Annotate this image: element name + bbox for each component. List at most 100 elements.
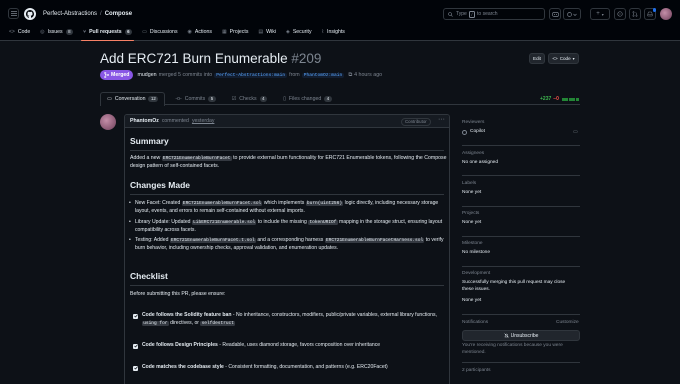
pull-requests-icon[interactable]	[629, 8, 641, 20]
counter-badge: 5	[208, 95, 216, 102]
notifications-text: You're receiving notifications because y…	[462, 343, 563, 355]
repo-tab-label: Issues	[47, 29, 63, 35]
list-item: Testing: Added ERC721EnumerableBurnFacet…	[129, 237, 447, 252]
plus-icon: +	[596, 11, 600, 17]
assignees-value: No one assigned	[462, 160, 499, 165]
search-input[interactable]: Type / to search	[443, 8, 545, 20]
divider	[462, 362, 580, 363]
chevron-down-icon: ▾	[601, 11, 604, 17]
summary-text: Added a new ERC721EnumerableBurnFacet to…	[130, 155, 447, 169]
repo-tab-discussions[interactable]: ▭ Discussions	[142, 27, 177, 37]
repo-link[interactable]: Compose	[105, 11, 132, 17]
counter-badge: 12	[148, 96, 159, 103]
development-label[interactable]: Development	[462, 271, 490, 276]
repo-tab-label: Security	[292, 29, 312, 35]
merger-link[interactable]: mudgen	[137, 72, 156, 78]
checklist-heading: Checklist	[130, 271, 168, 281]
comment-author-avatar[interactable]	[100, 114, 116, 130]
comment-action: commented	[161, 118, 189, 124]
repo-tab-insights[interactable]: ⌇ Insights	[322, 27, 345, 37]
comment-author[interactable]: PhantomOz	[130, 118, 159, 124]
labels-value: None yet	[462, 190, 482, 195]
pr-title-text: Add ERC721 Burn Enumerable	[100, 51, 288, 66]
repo-tab-label: Code	[17, 29, 31, 35]
projects-value: None yet	[462, 220, 482, 225]
repo-tab-label: Insights	[327, 29, 345, 35]
checklist-item: Code matches the codebase style - Consis…	[133, 364, 447, 372]
divider	[130, 194, 444, 195]
tab-commits[interactable]: -o- Commits 5	[169, 92, 221, 105]
counter-badge: 6	[124, 29, 133, 35]
tab-conversation[interactable]: ▭ Conversation 12	[100, 92, 166, 106]
repo-tab-code[interactable]: <> Code	[9, 27, 30, 37]
diffstat: +237 −0	[540, 96, 579, 102]
list-item: New Facet: Created ERC721EnumerableBurnF…	[129, 200, 447, 215]
reviewers-label[interactable]: Reviewers	[462, 120, 484, 125]
shield-icon: ◈	[285, 29, 290, 35]
comment-header: PhantomOz commented yesterday Contributo…	[125, 115, 449, 128]
reviewer-name[interactable]: Copilot	[470, 129, 485, 136]
divider	[130, 150, 444, 151]
repo-tab-label: Actions	[194, 29, 212, 35]
unsubscribe-button[interactable]: Unsubscribe	[462, 330, 580, 341]
milestone-value: No milestone	[462, 250, 490, 255]
edit-button[interactable]: Edit	[529, 53, 545, 64]
commit-icon: -o-	[175, 95, 182, 102]
repo-tab-pull-requests[interactable]: ⑂ Pull requests 6	[81, 27, 135, 41]
checkbox[interactable]	[133, 313, 138, 319]
divider	[462, 266, 580, 267]
deletions-count: −0	[553, 96, 559, 102]
tab-files-changed[interactable]: ▯ Files changed 4	[277, 92, 338, 105]
more-options-icon[interactable]: ···	[438, 116, 445, 123]
labels-label[interactable]: Labels	[462, 181, 476, 186]
menu-icon[interactable]	[8, 8, 19, 19]
github-logo-icon[interactable]	[24, 7, 36, 20]
comment-icon: ▭	[107, 96, 112, 103]
comment-time[interactable]: yesterday	[192, 118, 215, 124]
issues-icon[interactable]	[614, 8, 626, 20]
checkbox[interactable]	[133, 365, 138, 371]
create-new-button[interactable]: + ▾	[590, 8, 610, 20]
copilot-icon	[462, 129, 467, 135]
head-branch[interactable]: PhantomOz:main	[301, 72, 345, 78]
tab-label: Commits	[184, 95, 206, 102]
base-branch[interactable]: Perfect-Abstractions:main	[214, 72, 288, 78]
code-icon: <>	[552, 56, 558, 61]
pr-number: #209	[291, 51, 322, 66]
repo-tab-wiki[interactable]: ▤ Wiki	[258, 27, 276, 37]
projects-label[interactable]: Projects	[462, 211, 479, 216]
milestone-label[interactable]: Milestone	[462, 241, 483, 246]
copy-icon[interactable]: ⧉	[348, 72, 352, 79]
inbox-icon[interactable]	[644, 8, 656, 20]
pr-title: Add ERC721 Burn Enumerable #209	[100, 51, 321, 66]
tab-checks[interactable]: ☑ Checks 4	[226, 92, 273, 105]
customize-link[interactable]: Customize	[556, 320, 579, 325]
user-avatar[interactable]	[660, 8, 672, 20]
development-text: Successfully merging this pull request m…	[462, 280, 566, 292]
copilot-dropdown-icon[interactable]	[563, 8, 581, 20]
assignees-label[interactable]: Assignees	[462, 151, 484, 156]
merged-text: merged 5 commits into	[158, 72, 213, 78]
divider	[462, 236, 580, 237]
repo-tab-security[interactable]: ◈ Security	[286, 27, 312, 37]
code-button[interactable]: <> Code ▾	[548, 53, 579, 64]
repo-tab-projects[interactable]: ▦ Projects	[222, 27, 248, 37]
merge-time: 4 hours ago	[354, 72, 383, 78]
counter-badge: 4	[324, 95, 332, 102]
file-diff-icon: ▯	[283, 95, 286, 102]
comment-box: PhantomOz commented yesterday Contributo…	[124, 114, 450, 384]
checkbox[interactable]	[133, 343, 138, 349]
list-item: Library Update: Updated LibERC721Enumera…	[129, 219, 447, 234]
divider	[462, 175, 580, 176]
tab-label: Files changed	[288, 95, 322, 102]
book-icon: ▤	[258, 29, 264, 35]
repo-tab-actions[interactable]: ◉ Actions	[188, 27, 212, 37]
comment-icon: ▭	[573, 129, 578, 135]
org-link[interactable]: Perfect-Abstractions	[43, 11, 97, 17]
reviewer-item: Copilot	[462, 129, 485, 136]
summary-heading: Summary	[130, 136, 169, 146]
merge-icon	[104, 72, 109, 78]
copilot-icon[interactable]	[549, 8, 561, 20]
code-button-label: Code	[559, 56, 571, 61]
repo-tab-issues[interactable]: ◎ Issues 8	[40, 27, 74, 37]
